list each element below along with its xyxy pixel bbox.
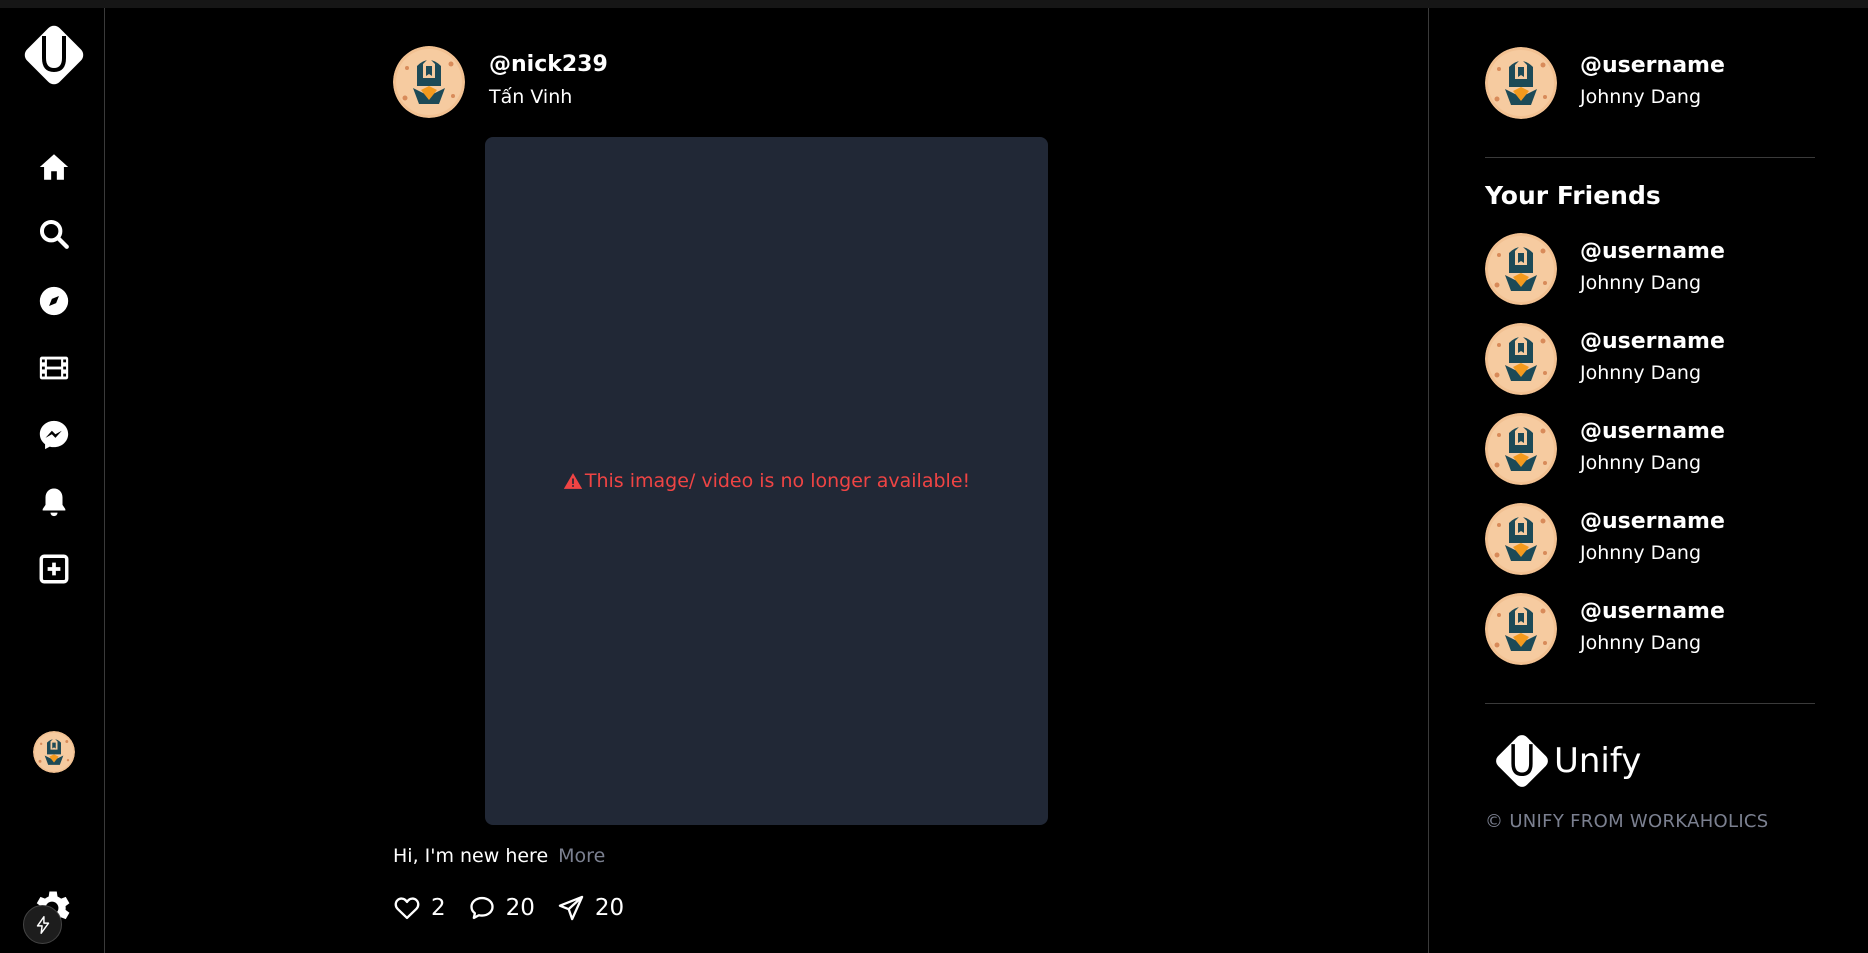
friend-item[interactable]: @username Johnny Dang [1485,413,1845,485]
warning-icon [563,473,583,489]
friend-username[interactable]: @username [1580,509,1725,534]
unify-logo-icon [1492,730,1552,792]
like-button[interactable]: 2 [393,894,446,922]
heart-icon [394,897,420,920]
post-media-placeholder: This image/ video is no longer available… [485,137,1048,825]
friend-username[interactable]: @username [1580,599,1725,624]
friend-avatar[interactable] [1485,233,1557,305]
left-sidebar [0,8,105,953]
unify-logo-icon[interactable] [21,20,87,90]
friend-item[interactable]: @username Johnny Dang [1485,593,1845,665]
comment-button[interactable]: 20 [468,894,535,922]
send-icon [558,895,584,921]
friend-item[interactable]: @username Johnny Dang [1485,503,1845,575]
friend-avatar[interactable] [1485,503,1557,575]
brand-name: Unify [1554,741,1642,781]
friend-fullname: Johnny Dang [1580,362,1702,384]
film-icon[interactable] [32,346,76,390]
friend-item[interactable]: @username Johnny Dang [1485,323,1845,395]
messenger-icon[interactable] [32,413,76,457]
friends-section-title: Your Friends [1485,181,1661,210]
friend-item[interactable]: @username Johnny Dang [1485,233,1845,305]
copyright-text: © UNIFY FROM WORKAHOLICS [1485,811,1769,832]
divider [1485,157,1815,158]
comment-icon [469,896,494,920]
current-user-profile[interactable]: @username Johnny Dang [1485,47,1845,119]
post-author-fullname: Tấn Vinh [489,86,573,108]
search-icon[interactable] [32,212,76,256]
brand[interactable]: Unify [1492,730,1641,792]
top-bar [0,0,1868,8]
compass-icon[interactable] [32,279,76,323]
post-actions: 2 20 20 [393,894,646,922]
feed-post: @nick239 Tấn Vinh This image/ video is n… [393,46,1153,921]
comment-count: 20 [505,895,535,921]
home-icon[interactable] [32,145,76,189]
right-sidebar: @username Johnny Dang Your Friends @user… [1428,8,1868,953]
caption-more-link[interactable]: More [558,845,605,867]
friend-fullname: Johnny Dang [1580,542,1702,564]
avatar[interactable] [33,731,75,773]
quick-action-icon[interactable] [23,905,62,944]
current-user-avatar[interactable] [1485,47,1557,119]
friend-username[interactable]: @username [1580,239,1725,264]
friend-avatar[interactable] [1485,323,1557,395]
share-button[interactable]: 20 [557,894,624,922]
current-user-username[interactable]: @username [1580,53,1725,78]
caption-text: Hi, I'm new here [393,845,549,867]
friend-avatar[interactable] [1485,593,1557,665]
friend-fullname: Johnny Dang [1580,452,1702,474]
bell-icon[interactable] [32,480,76,524]
current-user-fullname: Johnny Dang [1580,86,1702,108]
media-error-message: This image/ video is no longer available… [563,470,970,492]
post-caption: Hi, I'm new here More [393,845,605,867]
plus-square-icon[interactable] [32,547,76,591]
media-error-text: This image/ video is no longer available… [584,470,971,492]
friend-username[interactable]: @username [1580,419,1725,444]
friend-avatar[interactable] [1485,413,1557,485]
friend-username[interactable]: @username [1580,329,1725,354]
friend-fullname: Johnny Dang [1580,272,1702,294]
post-author-username[interactable]: @nick239 [489,52,608,77]
divider [1485,703,1815,704]
share-count: 20 [594,895,625,921]
post-header: @nick239 Tấn Vinh [393,46,1153,118]
like-count: 2 [431,895,446,921]
friend-fullname: Johnny Dang [1580,632,1702,654]
post-author-avatar[interactable] [393,46,465,118]
